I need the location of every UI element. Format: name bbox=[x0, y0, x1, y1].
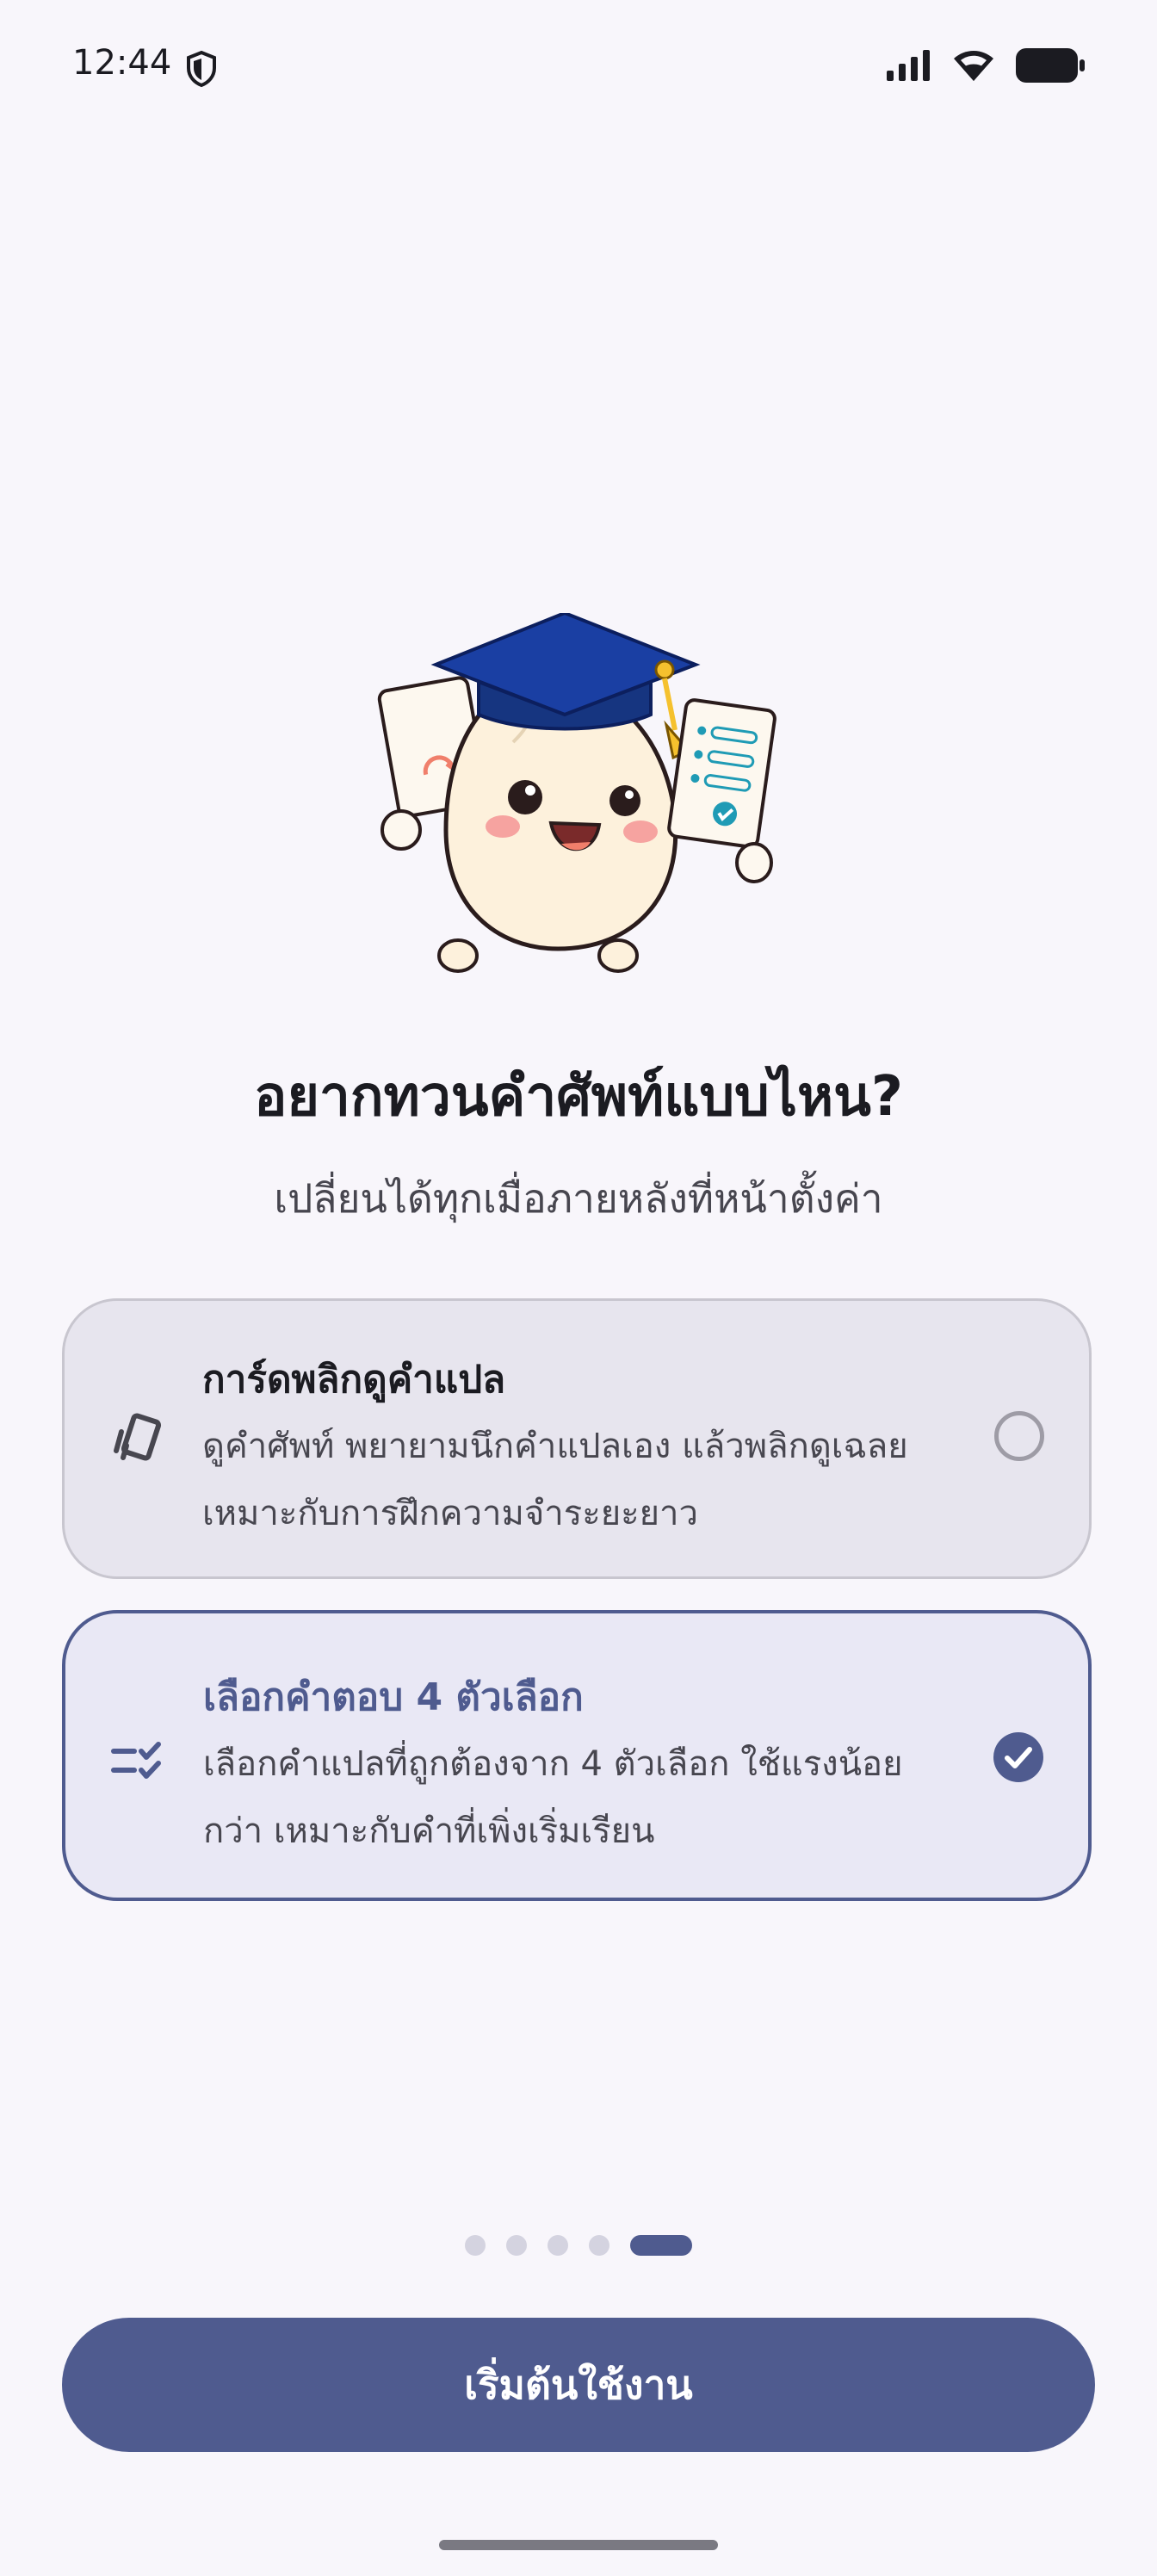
checklist-icon bbox=[111, 1742, 161, 1779]
option-title: การ์ดพลิกดูคำแปล bbox=[202, 1358, 506, 1402]
shield-icon bbox=[187, 50, 216, 88]
page-dot-active bbox=[630, 2235, 692, 2256]
option-description-line: เลือกคำแปลที่ถูกต้องจาก 4 ตัวเลือก ใช้แร… bbox=[203, 1744, 903, 1784]
status-time: 12:44 bbox=[72, 43, 172, 83]
home-indicator[interactable] bbox=[439, 2540, 718, 2550]
page-dot bbox=[506, 2235, 527, 2256]
radio-selected[interactable] bbox=[993, 1732, 1043, 1782]
option-flashcard[interactable]: การ์ดพลิกดูคำแปล ดูคำศัพท์ พยายามนึกคำแป… bbox=[62, 1298, 1092, 1579]
option-description: ดูคำศัพท์ พยายามนึกคำแปลเอง แล้วพลิกดูเฉ… bbox=[202, 1413, 1046, 1547]
page-dot bbox=[548, 2235, 568, 2256]
check-icon bbox=[1005, 1747, 1032, 1768]
flip-cards-icon bbox=[114, 1413, 162, 1461]
page-dot bbox=[589, 2235, 609, 2256]
option-multiple-choice[interactable]: เลือกคำตอบ 4 ตัวเลือก เลือกคำแปลที่ถูกต้… bbox=[62, 1610, 1092, 1901]
start-button[interactable]: เริ่มต้นใช้งาน bbox=[62, 2318, 1095, 2452]
battery-icon bbox=[1016, 48, 1085, 83]
wifi-icon bbox=[954, 51, 993, 81]
graduate-bun-mascot bbox=[377, 613, 776, 973]
signal-icon bbox=[887, 50, 930, 81]
system-icons bbox=[887, 48, 1085, 83]
pagination-dots bbox=[465, 2235, 692, 2256]
option-description: เลือกคำแปลที่ถูกต้องจาก 4 ตัวเลือก ใช้แร… bbox=[203, 1731, 1047, 1865]
page-subtitle: เปลี่ยนได้ทุกเมื่อภายหลังที่หน้าตั้งค่า bbox=[274, 1175, 883, 1222]
radio-unselected[interactable] bbox=[994, 1411, 1044, 1461]
option-title: เลือกคำตอบ 4 ตัวเลือก bbox=[203, 1675, 584, 1719]
option-description-line: กว่า เหมาะกับคำที่เพิ่งเริ่มเรียน bbox=[203, 1811, 655, 1851]
option-description-line: ดูคำศัพท์ พยายามนึกคำแปลเอง แล้วพลิกดูเฉ… bbox=[202, 1427, 908, 1466]
page-dot bbox=[465, 2235, 486, 2256]
page-title: อยากทวนคำศัพท์แบบไหน? bbox=[254, 1065, 903, 1129]
option-description-line: เหมาะกับการฝึกความจำระยะยาว bbox=[202, 1494, 698, 1533]
status-bar: 12:44 bbox=[0, 0, 1157, 138]
